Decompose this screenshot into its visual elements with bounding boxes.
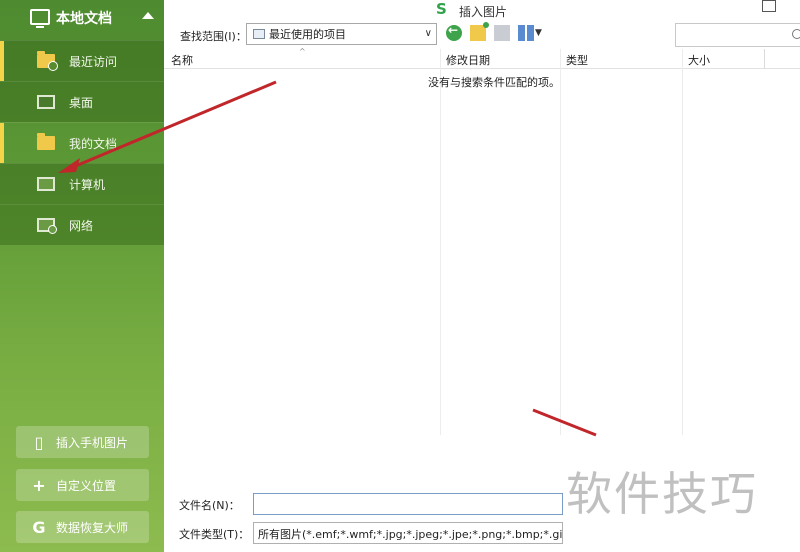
collapse-arrow-icon[interactable] (142, 12, 154, 19)
button-label: 自定义位置 (56, 478, 117, 493)
filetype-dropdown[interactable]: 所有图片(*.emf;*.wmf;*.jpg;*.jpeg;*.jpe;*.pn… (253, 522, 563, 544)
sidebar-item-label: 计算机 (69, 177, 106, 192)
toolbar: 查找范围(I)： 最近使用的项目 ∨ ▼ (164, 22, 800, 48)
sidebar-item-label: 最近访问 (69, 54, 118, 69)
sidebar-item-computer[interactable]: 计算机 (0, 163, 164, 204)
button-label: 插入手机图片 (56, 435, 129, 450)
look-in-label: 查找范围(I)： (180, 30, 247, 43)
button-label: 数据恢复大师 (56, 520, 129, 535)
sidebar-item-label: 我的文档 (69, 136, 118, 151)
custom-location-button[interactable]: + 自定义位置 (16, 469, 149, 501)
chevron-down-icon[interactable]: ▼ (535, 28, 542, 38)
filename-field[interactable] (253, 493, 563, 515)
filename-label: 文件名(N)： (179, 499, 240, 512)
recovery-icon: G (32, 517, 46, 537)
sort-ascending-icon: ^ (299, 47, 306, 56)
sidebar-item-my-documents[interactable]: 我的文档 (0, 122, 164, 163)
column-header-date[interactable]: 修改日期 (446, 52, 490, 68)
back-icon[interactable] (446, 23, 462, 41)
sidebar-nav: 最近访问 桌面 我的文档 计算机 网络 (0, 40, 164, 245)
watermark: 软件技巧 (566, 467, 758, 521)
column-header-name[interactable]: 名称 (171, 52, 193, 68)
network-icon (37, 218, 57, 234)
search-icon (792, 29, 800, 39)
chevron-down-icon: ∨ (424, 28, 432, 39)
column-divider (682, 49, 683, 435)
file-list[interactable]: 名称 ^ 修改日期 类型 大小 没有与搜索条件匹配的项。 (164, 47, 800, 435)
column-divider (764, 49, 765, 69)
sidebar-item-label: 网络 (69, 218, 94, 233)
search-input[interactable] (675, 23, 800, 47)
column-header-size[interactable]: 大小 (688, 52, 710, 68)
folder-icon (37, 133, 55, 150)
plus-icon: + (32, 475, 46, 495)
column-divider (440, 49, 441, 435)
new-folder-icon[interactable] (494, 25, 510, 41)
sidebar-item-recent[interactable]: 最近访问 (0, 40, 164, 81)
sidebar-header[interactable]: 本地文档 (0, 0, 164, 36)
sidebar-item-network[interactable]: 网络 (0, 204, 164, 245)
maximize-icon[interactable] (762, 0, 776, 12)
column-divider (560, 49, 561, 435)
look-in-dropdown[interactable]: 最近使用的项目 ∨ (246, 23, 437, 45)
dialog-titlebar: S 插入图片 (164, 0, 800, 20)
desktop-icon (37, 95, 55, 109)
wps-logo-icon: S (436, 0, 447, 18)
view-menu-icon[interactable] (518, 25, 534, 41)
column-header-type[interactable]: 类型 (566, 52, 588, 68)
computer-icon (37, 177, 55, 191)
filetype-label: 文件类型(T)： (179, 528, 250, 541)
list-header: 名称 ^ 修改日期 类型 大小 (164, 47, 800, 69)
computer-icon (30, 9, 50, 28)
phone-icon: ▯ (34, 432, 44, 452)
sidebar: 本地文档 最近访问 桌面 我的文档 计算机 网络 ▯ 插入手机图片 + 自定义位… (0, 0, 164, 552)
up-folder-icon[interactable] (470, 22, 489, 41)
insert-phone-image-button[interactable]: ▯ 插入手机图片 (16, 426, 149, 458)
data-recovery-button[interactable]: G 数据恢复大师 (16, 511, 149, 543)
recent-items-icon (253, 29, 265, 39)
sidebar-item-label: 桌面 (69, 95, 94, 110)
empty-message: 没有与搜索条件匹配的项。 (428, 76, 560, 89)
recent-folder-icon (37, 51, 58, 71)
look-in-value: 最近使用的项目 (269, 28, 346, 41)
dialog-title: 插入图片 (459, 5, 508, 19)
sidebar-item-desktop[interactable]: 桌面 (0, 81, 164, 122)
sidebar-title: 本地文档 (56, 11, 112, 27)
